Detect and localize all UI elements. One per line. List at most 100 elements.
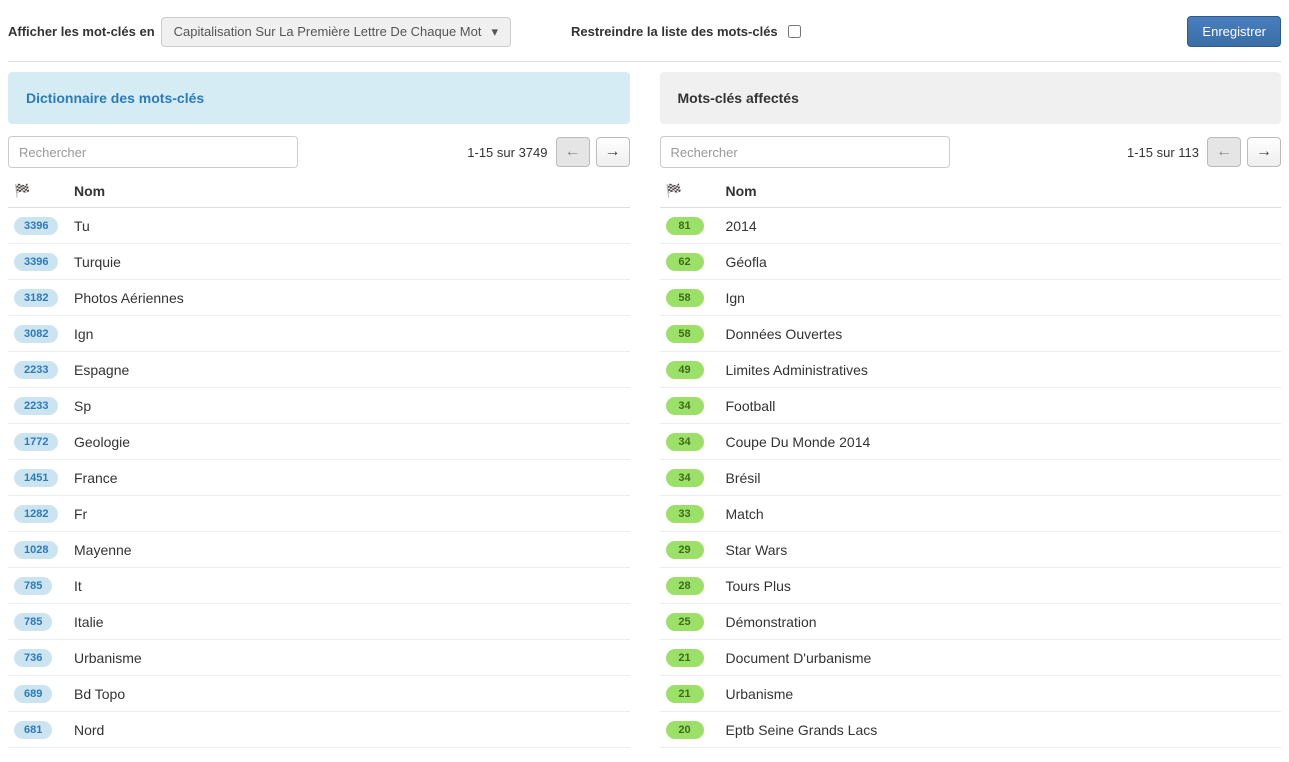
- count-badge: 25: [666, 613, 704, 631]
- restrict-checkbox[interactable]: [788, 25, 801, 38]
- keyword-name: Document D'urbanisme: [720, 640, 1282, 676]
- count-badge: 34: [666, 469, 704, 487]
- keyword-name: Géofla: [720, 244, 1282, 280]
- dashboard-icon: 🏁: [666, 183, 682, 198]
- table-row[interactable]: 2233Sp: [8, 388, 630, 424]
- dictionary-toolbar: 1-15 sur 3749 ← →: [8, 136, 630, 168]
- dictionary-next-button[interactable]: →: [596, 137, 630, 167]
- assigned-header[interactable]: Mots-clés affectés: [660, 72, 1282, 124]
- display-label: Afficher les mot-clés en: [8, 24, 155, 39]
- keyword-name: Limites Administratives: [720, 352, 1282, 388]
- table-row[interactable]: 28 Tours Plus: [660, 568, 1282, 604]
- count-badge: 33: [666, 505, 704, 523]
- table-row[interactable]: 3396Tu: [8, 208, 630, 244]
- display-mode-group: Afficher les mot-clés en Capitalisation …: [8, 17, 511, 47]
- table-row[interactable]: 20Eptb Seine Grands Lacs: [660, 712, 1282, 748]
- keyword-name: Fr: [68, 496, 630, 532]
- table-row[interactable]: 1282 Fr: [8, 496, 630, 532]
- count-badge: 3396: [14, 253, 58, 271]
- count-badge: 785: [14, 577, 52, 595]
- table-row[interactable]: 81 2014: [660, 208, 1282, 244]
- dictionary-table: 🏁 Nom 3396Tu 3396 Turquie3182Photos Aérien…: [8, 174, 630, 748]
- count-badge: 34: [666, 433, 704, 451]
- table-row[interactable]: 736Urbanisme: [8, 640, 630, 676]
- assigned-table: 🏁 Nom 81 201462Géofla58Ign58Données Ouver…: [660, 174, 1282, 748]
- table-row[interactable]: 1451 France: [8, 460, 630, 496]
- assigned-next-button[interactable]: →: [1247, 137, 1281, 167]
- dictionary-prev-button[interactable]: ←: [556, 137, 590, 167]
- table-row[interactable]: 25 Démonstration: [660, 604, 1282, 640]
- dashboard-icon: 🏁: [14, 183, 30, 198]
- keyword-name: Sp: [68, 388, 630, 424]
- keyword-name: Brésil: [720, 460, 1282, 496]
- table-row[interactable]: 33Match: [660, 496, 1282, 532]
- panels: Dictionnaire des mots-clés 1-15 sur 3749…: [8, 72, 1281, 748]
- keyword-name: Tours Plus: [720, 568, 1282, 604]
- count-badge: 29: [666, 541, 704, 559]
- dictionary-header[interactable]: Dictionnaire des mots-clés: [8, 72, 630, 124]
- table-row[interactable]: 1028Mayenne: [8, 532, 630, 568]
- assigned-toolbar: 1-15 sur 113 ← →: [660, 136, 1282, 168]
- table-row[interactable]: 58Ign: [660, 280, 1282, 316]
- assigned-search-input[interactable]: [660, 136, 950, 168]
- keyword-name: France: [68, 460, 630, 496]
- count-badge: 81: [666, 217, 704, 235]
- count-badge: 34: [666, 397, 704, 415]
- table-row[interactable]: 34 Coupe Du Monde 2014: [660, 424, 1282, 460]
- dictionary-search-input[interactable]: [8, 136, 298, 168]
- table-row[interactable]: 49 Limites Administratives: [660, 352, 1282, 388]
- save-button[interactable]: Enregistrer: [1187, 16, 1281, 47]
- assigned-pager-text: 1-15 sur 113: [1127, 145, 1199, 160]
- count-badge: 21: [666, 649, 704, 667]
- keyword-name: Turquie: [68, 244, 630, 280]
- count-badge: 1451: [14, 469, 58, 487]
- table-row[interactable]: 3082Ign: [8, 316, 630, 352]
- assigned-panel: Mots-clés affectés 1-15 sur 113 ← → 🏁 No…: [660, 72, 1282, 748]
- count-header[interactable]: 🏁: [660, 174, 720, 208]
- count-badge: 58: [666, 325, 704, 343]
- table-row[interactable]: 681Nord: [8, 712, 630, 748]
- chevron-down-icon: ▾: [491, 24, 498, 40]
- arrow-left-icon: ←: [1216, 143, 1232, 161]
- keyword-name: Photos Aériennes: [68, 280, 630, 316]
- keyword-name: Star Wars: [720, 532, 1282, 568]
- table-row[interactable]: 62Géofla: [660, 244, 1282, 280]
- table-row[interactable]: 3182Photos Aériennes: [8, 280, 630, 316]
- assigned-prev-button[interactable]: ←: [1207, 137, 1241, 167]
- table-row[interactable]: 34 Football: [660, 388, 1282, 424]
- dictionary-panel: Dictionnaire des mots-clés 1-15 sur 3749…: [8, 72, 630, 748]
- keyword-name: 2014: [720, 208, 1282, 244]
- keyword-name: It: [68, 568, 630, 604]
- table-row[interactable]: 58Données Ouvertes: [660, 316, 1282, 352]
- keyword-name: Démonstration: [720, 604, 1282, 640]
- count-badge: 736: [14, 649, 52, 667]
- table-row[interactable]: 3396 Turquie: [8, 244, 630, 280]
- dictionary-pager-text: 1-15 sur 3749: [467, 145, 547, 160]
- keyword-name: Football: [720, 388, 1282, 424]
- table-row[interactable]: 785Italie: [8, 604, 630, 640]
- table-row[interactable]: 21 Document D'urbanisme: [660, 640, 1282, 676]
- name-header[interactable]: Nom: [68, 174, 630, 208]
- table-row[interactable]: 2233Espagne: [8, 352, 630, 388]
- restrict-group: Restreindre la liste des mots-clés: [571, 24, 801, 39]
- keyword-name: Coupe Du Monde 2014: [720, 424, 1282, 460]
- dropdown-value: Capitalisation Sur La Première Lettre De…: [174, 24, 482, 39]
- keyword-name: Mayenne: [68, 532, 630, 568]
- count-badge: 1282: [14, 505, 58, 523]
- count-header[interactable]: 🏁: [8, 174, 68, 208]
- table-row[interactable]: 689Bd Topo: [8, 676, 630, 712]
- table-row[interactable]: 21Urbanisme: [660, 676, 1282, 712]
- arrow-left-icon: ←: [565, 143, 581, 161]
- keyword-name: Espagne: [68, 352, 630, 388]
- table-row[interactable]: 34 Brésil: [660, 460, 1282, 496]
- table-row[interactable]: 1772Geologie: [8, 424, 630, 460]
- count-badge: 58: [666, 289, 704, 307]
- count-badge: 28: [666, 577, 704, 595]
- table-row[interactable]: 785 It: [8, 568, 630, 604]
- count-badge: 49: [666, 361, 704, 379]
- display-mode-dropdown[interactable]: Capitalisation Sur La Première Lettre De…: [161, 17, 511, 47]
- count-badge: 785: [14, 613, 52, 631]
- name-header[interactable]: Nom: [720, 174, 1282, 208]
- count-badge: 20: [666, 721, 704, 739]
- table-row[interactable]: 29 Star Wars: [660, 532, 1282, 568]
